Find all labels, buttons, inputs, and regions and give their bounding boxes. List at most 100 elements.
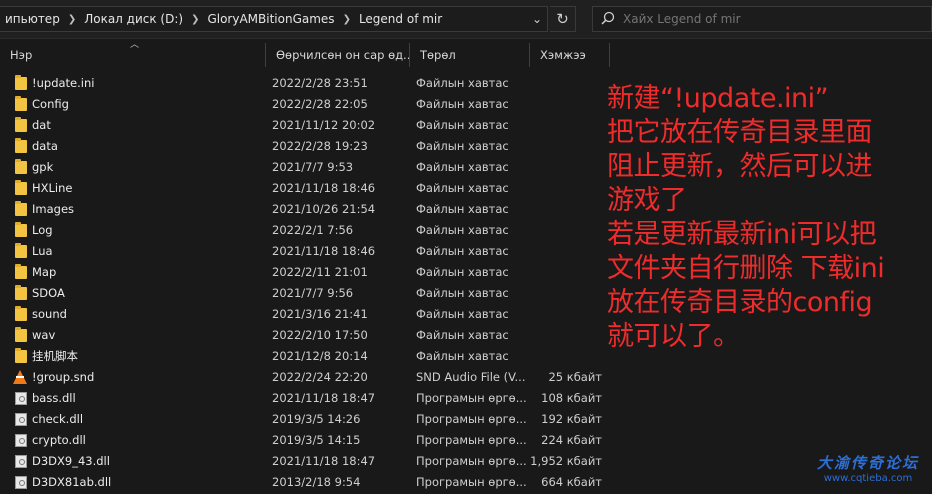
address-bar: ипьютер ❯ Локал диск (D:) ❯ GloryAMBitio…	[0, 0, 932, 39]
dll-file-icon	[15, 392, 27, 405]
file-row[interactable]: !group.snd 2022/2/24 22:20 SND Audio File …	[0, 367, 610, 388]
file-date: 2019/3/5 14:26	[272, 412, 361, 426]
annotation-line: 阻止更新，然后可以进	[607, 151, 873, 182]
annotation-line: 就可以了。	[607, 321, 740, 352]
file-date: 2022/2/28 19:23	[272, 139, 368, 153]
annotation-line: 游戏了	[607, 185, 687, 216]
file-date: 2021/10/26 21:54	[272, 202, 376, 216]
file-name: 挂机脚本	[32, 349, 78, 363]
file-name: D3DX9_43.dll	[32, 454, 110, 468]
file-row[interactable]: !update.ini 2022/2/28 23:51 Файлын хавтас	[0, 73, 610, 94]
file-row[interactable]: gpk 2021/7/7 9:53 Файлын хавтас	[0, 157, 610, 178]
folder-icon	[15, 138, 27, 153]
file-row[interactable]: Map 2022/2/11 21:01 Файлын хавтас	[0, 262, 610, 283]
file-row[interactable]: data 2022/2/28 19:23 Файлын хавтас	[0, 136, 610, 157]
folder-icon	[15, 306, 27, 321]
file-date: 2021/11/18 18:46	[272, 244, 376, 258]
column-header-type[interactable]: Төрөл	[410, 43, 530, 67]
file-date: 2022/2/1 7:56	[272, 223, 354, 237]
file-row[interactable]: Lua 2021/11/18 18:46 Файлын хавтас	[0, 241, 610, 262]
column-header-size[interactable]: Хэмжээ	[530, 43, 610, 67]
file-row[interactable]: bass.dll 2021/11/18 18:47 Програмын өргө..…	[0, 388, 610, 409]
file-name: bass.dll	[32, 391, 76, 405]
file-type: Файлын хавтас	[416, 223, 509, 237]
file-row[interactable]: Images 2021/10/26 21:54 Файлын хавтас	[0, 199, 610, 220]
file-type: Файлын хавтас	[416, 307, 509, 321]
file-row[interactable]: check.dll 2019/3/5 14:26 Програмын өргө...…	[0, 409, 610, 430]
file-date: 2021/7/7 9:53	[272, 160, 354, 174]
file-date: 2021/11/18 18:47	[272, 391, 376, 405]
folder-icon	[15, 243, 27, 258]
file-row[interactable]: dat 2021/11/12 20:02 Файлын хавтас	[0, 115, 610, 136]
dll-file-icon	[15, 476, 27, 489]
breadcrumb-glory[interactable]: GloryAMBitionGames	[202, 12, 339, 26]
column-header-date[interactable]: Өөрчилсөн он сар өд...	[266, 43, 410, 67]
file-row[interactable]: wav 2022/2/10 17:50 Файлын хавтас	[0, 325, 610, 346]
watermark-url: www.cqtieba.com	[823, 473, 913, 484]
search-box[interactable]	[592, 6, 932, 32]
annotation-line: 若是更新最新ini可以把	[607, 219, 877, 250]
file-date: 2013/2/18 9:54	[272, 475, 361, 489]
chevron-right-icon[interactable]: ❯	[65, 14, 79, 25]
dll-file-icon	[15, 455, 27, 468]
folder-icon	[15, 285, 27, 300]
column-header-name[interactable]: Нэр	[0, 43, 266, 67]
file-size: 192 кбайт	[541, 412, 602, 426]
file-row[interactable]: Log 2022/2/1 7:56 Файлын хавтас	[0, 220, 610, 241]
file-name: !update.ini	[32, 76, 95, 90]
address-dropdown-button[interactable]: ⌄	[524, 6, 550, 32]
watermark-title: 大渝传奇论坛	[816, 454, 919, 472]
file-type: Файлын хавтас	[416, 118, 509, 132]
refresh-button[interactable]: ↻	[550, 6, 576, 32]
file-size: 664 кбайт	[541, 475, 602, 489]
file-size: 108 кбайт	[541, 391, 602, 405]
file-name: Images	[32, 202, 75, 216]
file-type: Програмын өргө...	[416, 454, 527, 468]
file-date: 2022/2/24 22:20	[272, 370, 368, 384]
folder-icon	[15, 222, 27, 237]
folder-icon	[15, 117, 27, 132]
file-row[interactable]: D3DX81ab.dll 2013/2/18 9:54 Програмын өргө…	[0, 472, 610, 493]
chevron-down-icon: ⌄	[531, 12, 543, 26]
file-size: 1,952 кбайт	[530, 454, 602, 468]
breadcrumb-local-disk[interactable]: Локал диск (D:)	[79, 12, 188, 26]
folder-icon	[15, 327, 27, 342]
dll-file-icon	[15, 434, 27, 447]
file-type: Файлын хавтас	[416, 139, 509, 153]
file-type: Файлын хавтас	[416, 265, 509, 279]
file-date: 2022/2/28 23:51	[272, 76, 368, 90]
annotation-line: 文件夹自行删除 下载ini	[607, 253, 885, 284]
file-name: Lua	[32, 244, 53, 258]
file-date: 2019/3/5 14:15	[272, 433, 361, 447]
file-row[interactable]: HXLine 2021/11/18 18:46 Файлын хавтас	[0, 178, 610, 199]
file-row[interactable]: SDOA 2021/7/7 9:56 Файлын хавтас	[0, 283, 610, 304]
breadcrumb-computer[interactable]: ипьютер	[0, 12, 65, 26]
file-date: 2021/3/16 21:41	[272, 307, 368, 321]
breadcrumb-legend-of-mir[interactable]: Legend of mir	[354, 12, 447, 26]
folder-icon	[15, 201, 27, 216]
folder-icon	[15, 264, 27, 279]
file-type: Файлын хавтас	[416, 160, 509, 174]
chevron-right-icon[interactable]: ❯	[340, 14, 354, 25]
file-row[interactable]: sound 2021/3/16 21:41 Файлын хавтас	[0, 304, 610, 325]
breadcrumb[interactable]: ипьютер ❯ Локал диск (D:) ❯ GloryAMBitio…	[0, 6, 548, 32]
refresh-icon: ↻	[556, 10, 569, 28]
file-size: 25 кбайт	[548, 370, 602, 384]
file-row[interactable]: crypto.dll 2019/3/5 14:15 Програмын өргө..…	[0, 430, 610, 451]
chevron-right-icon[interactable]: ❯	[188, 14, 202, 25]
file-row[interactable]: D3DX9_43.dll 2021/11/18 18:47 Програмын өр…	[0, 451, 610, 472]
search-input[interactable]	[623, 12, 903, 26]
file-date: 2022/2/28 22:05	[272, 97, 368, 111]
column-header-row: ︿ Нэр Өөрчилсөн он сар өд... Төрөл Хэмжэ…	[0, 39, 932, 69]
search-icon	[593, 11, 623, 28]
file-name: Log	[32, 223, 53, 237]
file-date: 2021/11/18 18:47	[272, 454, 376, 468]
file-date: 2022/2/11 21:01	[272, 265, 368, 279]
folder-icon	[15, 75, 27, 90]
folder-icon	[15, 96, 27, 111]
file-row[interactable]: Config 2022/2/28 22:05 Файлын хавтас	[0, 94, 610, 115]
file-type: Файлын хавтас	[416, 328, 509, 342]
annotation-line: 放在传奇目录的config	[607, 287, 873, 318]
file-row[interactable]: 挂机脚本 2021/12/8 20:14 Файлын хавтас	[0, 346, 610, 367]
folder-icon	[15, 348, 27, 363]
